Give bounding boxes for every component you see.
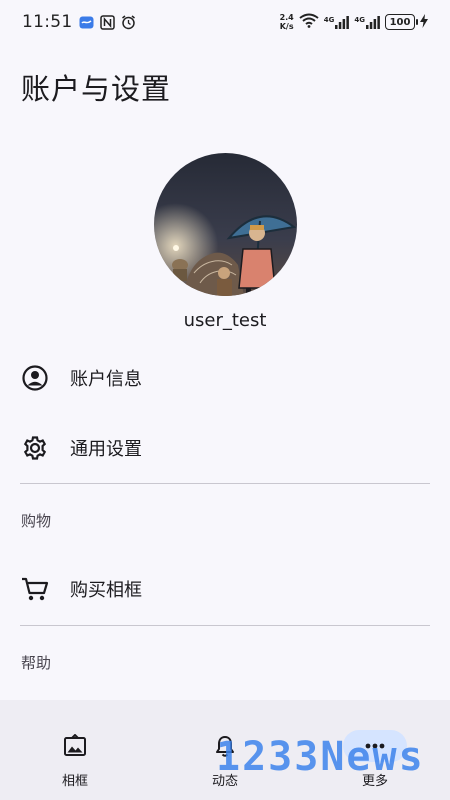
image-frame-icon <box>64 734 86 756</box>
divider <box>20 625 430 626</box>
menu-item-account-info[interactable]: 账户信息 <box>0 350 450 406</box>
status-time: 11:51 <box>22 12 73 32</box>
battery-indicator: 100 <box>385 14 418 30</box>
network-speed-value: 2.4 <box>279 13 294 22</box>
section-header-help: 帮助 <box>21 654 52 672</box>
menu-item-buy-frame[interactable]: 购买相框 <box>0 561 450 617</box>
more-dots-icon <box>365 743 385 749</box>
menu-label-general-settings: 通用设置 <box>70 439 142 460</box>
cell-signal-1-icon: 4G <box>323 15 350 29</box>
nav-item-more[interactable]: 更多 <box>300 700 450 800</box>
status-bar-left: 11:51 <box>22 12 136 32</box>
battery-level: 100 <box>389 16 411 28</box>
nav-item-frames[interactable]: 相框 <box>0 700 150 800</box>
shopping-cart-icon <box>21 575 49 603</box>
status-bar: 11:51 2.4 K/s 4G 4G 100 <box>0 0 450 44</box>
nav-label-activity: 动态 <box>211 774 238 789</box>
app-screen: 11:51 2.4 K/s 4G 4G 100 账户与设置 user_test … <box>0 0 450 800</box>
menu-label-buy-frame: 购买相框 <box>70 580 142 601</box>
avatar-image <box>154 153 297 296</box>
menu-label-account-info: 账户信息 <box>70 369 142 390</box>
bell-icon <box>216 736 234 757</box>
signal-1-type: 4G <box>323 15 335 24</box>
nav-label-frames: 相框 <box>61 774 88 789</box>
charging-icon <box>420 13 428 32</box>
alarm-icon <box>121 14 136 30</box>
bottom-nav: 相框 动态 更多 <box>0 700 450 800</box>
wifi-icon <box>299 13 319 32</box>
app-notification-icon <box>79 15 94 30</box>
network-speed-unit: K/s <box>279 22 294 31</box>
page-title: 账户与设置 <box>21 72 172 106</box>
gear-icon <box>21 434 49 462</box>
signal-2-type: 4G <box>354 15 365 24</box>
cell-signal-2-icon: 4G <box>354 15 380 29</box>
nfc-icon <box>99 14 115 30</box>
username: user_test <box>183 310 267 331</box>
avatar[interactable] <box>154 153 297 296</box>
divider <box>20 483 430 484</box>
nav-label-more: 更多 <box>361 774 388 789</box>
nav-item-activity[interactable]: 动态 <box>150 700 300 800</box>
status-bar-right: 2.4 K/s 4G 4G 100 <box>280 13 428 32</box>
network-speed: 2.4 K/s <box>280 13 294 31</box>
account-circle-icon <box>21 364 49 392</box>
menu-item-general-settings[interactable]: 通用设置 <box>0 420 450 476</box>
active-indicator <box>343 730 407 762</box>
section-header-shopping: 购物 <box>21 512 52 530</box>
